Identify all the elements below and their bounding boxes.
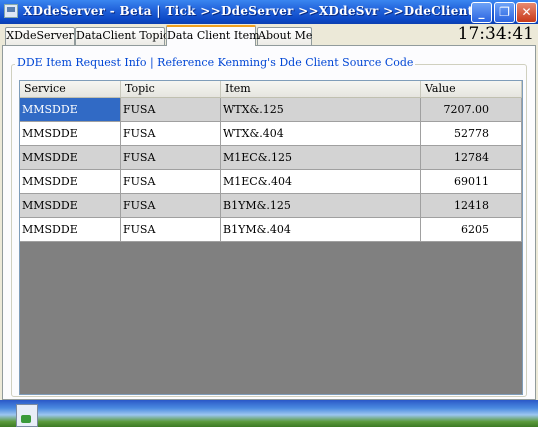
data-grid[interactable]: Service Topic Item Value MMSDDE FUSA WTX… [19,80,523,395]
cell-topic[interactable]: FUSA [121,170,221,194]
cell-service[interactable]: MMSDDE [20,218,121,242]
cell-item[interactable]: WTX&.125 [221,98,421,122]
tab-panel: DDE Item Request Info | Reference Kenmin… [2,45,536,400]
table-row[interactable]: MMSDDE FUSA M1EC&.125 12784 [20,146,522,170]
cell-topic[interactable]: FUSA [121,194,221,218]
column-header-service[interactable]: Service [20,81,121,97]
cell-topic[interactable]: FUSA [121,146,221,170]
groupbox-legend: DDE Item Request Info | Reference Kenmin… [15,56,416,69]
cell-value[interactable]: 7207.00 [421,98,522,122]
table-row[interactable]: MMSDDE FUSA WTX&.404 52778 [20,122,522,146]
table-row[interactable]: MMSDDE FUSA WTX&.125 7207.00 [20,98,522,122]
cell-value[interactable]: 12418 [421,194,522,218]
cell-value[interactable]: 12784 [421,146,522,170]
tab-data-client-item[interactable]: Data Client Item [166,25,260,46]
cell-service[interactable]: MMSDDE [20,98,121,122]
cell-value[interactable]: 52778 [421,122,522,146]
cell-item[interactable]: M1EC&.125 [221,146,421,170]
cell-topic[interactable]: FUSA [121,218,221,242]
close-button[interactable]: ✕ [516,2,537,23]
cell-service[interactable]: MMSDDE [20,170,121,194]
cell-value[interactable]: 69011 [421,170,522,194]
column-header-item[interactable]: Item [221,81,421,97]
grid-header: Service Topic Item Value [20,81,522,98]
desktop-background [0,400,538,427]
tab-strip: XDdeServer DataClient Topic Data Client … [0,24,538,46]
cell-topic[interactable]: FUSA [121,98,221,122]
cell-topic[interactable]: FUSA [121,122,221,146]
maximize-button[interactable]: ❐ [494,2,515,23]
clock-display: 17:34:41 [457,24,534,44]
desktop-shortcut-icon[interactable] [16,404,38,427]
app-icon[interactable] [4,4,18,18]
cell-item[interactable]: B1YM&.125 [221,194,421,218]
cell-item[interactable]: M1EC&.404 [221,170,421,194]
table-row[interactable]: MMSDDE FUSA B1YM&.404 6205 [20,218,522,242]
minimize-button[interactable]: _ [471,2,492,23]
column-header-topic[interactable]: Topic [121,81,221,97]
table-row[interactable]: MMSDDE FUSA M1EC&.404 69011 [20,170,522,194]
cell-item[interactable]: WTX&.404 [221,122,421,146]
cell-value[interactable]: 6205 [421,218,522,242]
tab-dataclient-topic[interactable]: DataClient Topic [75,27,169,45]
table-row[interactable]: MMSDDE FUSA B1YM&.125 12418 [20,194,522,218]
tab-about-me[interactable]: About Me [257,27,312,45]
cell-service[interactable]: MMSDDE [20,146,121,170]
column-header-value[interactable]: Value [421,81,522,97]
title-bar: XDdeServer - Beta | Tick >>DdeServer >>X… [0,0,538,24]
tab-xddeserver[interactable]: XDdeServer [5,27,75,45]
cell-service[interactable]: MMSDDE [20,194,121,218]
cell-item[interactable]: B1YM&.404 [221,218,421,242]
window-title: XDdeServer - Beta | Tick >>DdeServer >>X… [23,4,474,18]
cell-service[interactable]: MMSDDE [20,122,121,146]
